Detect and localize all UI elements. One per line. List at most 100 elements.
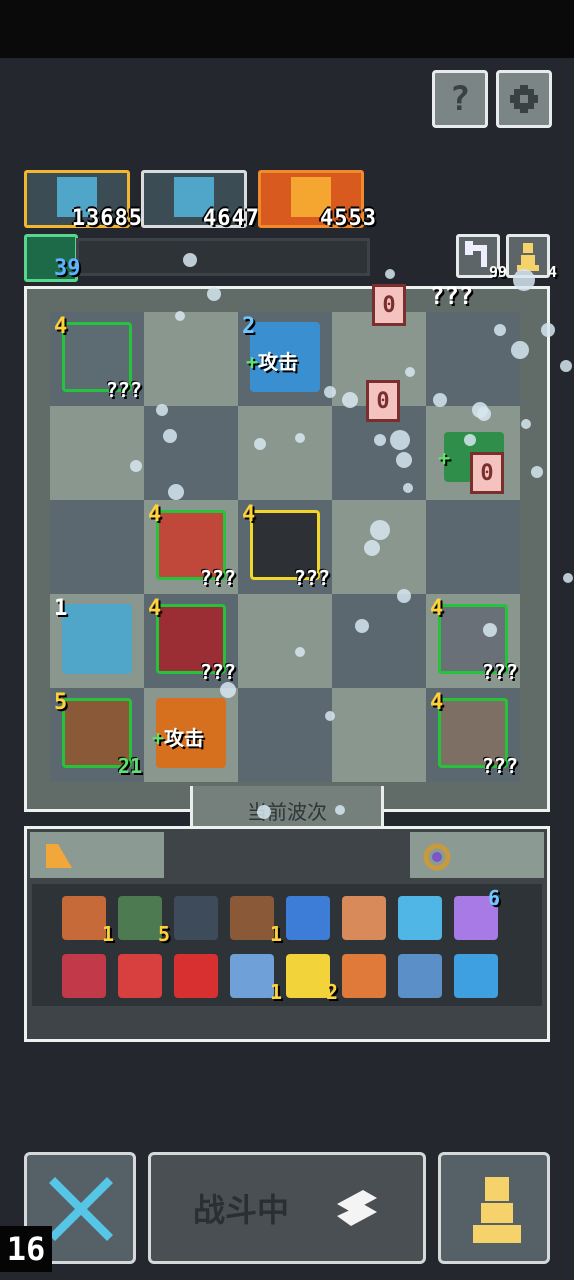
ribbon-icon[interactable]	[62, 954, 106, 998]
snowflake	[396, 452, 412, 468]
snowflake	[385, 269, 395, 279]
inventory-tab-cards[interactable]	[30, 832, 164, 878]
snowflake	[342, 392, 358, 408]
snowflake	[364, 540, 380, 556]
snowflake	[483, 623, 497, 637]
buff-text: 攻击	[258, 350, 299, 374]
portrait-1[interactable]: 13685	[24, 170, 142, 231]
board-cell[interactable]: 5 21	[50, 688, 144, 782]
enemy-unknown: ???	[430, 282, 474, 310]
enemy-counter: 0	[372, 284, 406, 326]
settings-button[interactable]	[496, 70, 552, 128]
status-bar	[0, 0, 574, 58]
pawn-action-button[interactable]	[438, 1152, 550, 1264]
board-cell[interactable]: 1	[50, 594, 144, 688]
red-potion-icon[interactable]	[174, 954, 218, 998]
shield-icon[interactable]	[174, 896, 218, 940]
snowflake	[541, 323, 555, 337]
snowflake	[355, 619, 369, 633]
unit-buff: +攻击	[246, 346, 298, 375]
spear-icon[interactable]: 1	[230, 896, 282, 946]
snowflake	[511, 341, 529, 359]
bow-icon[interactable]: 1	[230, 954, 282, 1004]
portrait-value: 4647	[203, 206, 260, 231]
snowflake	[477, 407, 491, 421]
blue-fish-icon[interactable]	[398, 896, 442, 940]
snowflake	[374, 434, 386, 446]
board-cell[interactable]: 2 +攻击	[238, 312, 332, 406]
board-cell[interactable]	[426, 312, 520, 406]
unit-info: ???	[105, 378, 142, 402]
board-cell[interactable]	[332, 688, 426, 782]
board-cell[interactable]: +攻击	[144, 688, 238, 782]
enemy-counter: 0	[470, 452, 504, 494]
snowflake	[397, 589, 411, 603]
board-cell[interactable]: 4 ???	[50, 312, 144, 406]
undo-count: 99	[488, 263, 507, 281]
buff-text: 攻击	[164, 726, 205, 750]
close-icon	[49, 1177, 113, 1241]
undo-button[interactable]: 99	[456, 234, 507, 281]
fight-label: 战斗中	[192, 1191, 289, 1229]
snowflake	[220, 682, 236, 698]
hooded-figure-icon[interactable]: 5	[118, 896, 170, 946]
snowflake	[390, 430, 410, 450]
unit-level: 5	[54, 690, 68, 715]
board-cell[interactable]: 4 ???	[426, 594, 520, 688]
board-cell[interactable]	[238, 406, 332, 500]
buff-plus: +	[246, 350, 259, 374]
board-cell[interactable]	[144, 312, 238, 406]
snowflake	[560, 360, 572, 372]
snowflake	[163, 429, 177, 443]
unit-info: ???	[481, 754, 518, 778]
snowflake	[130, 460, 142, 472]
board-cell[interactable]: 4 ???	[426, 688, 520, 782]
buff-plus: +	[438, 446, 451, 470]
unit-level: 2	[242, 314, 256, 339]
crosshair-icon[interactable]	[118, 954, 162, 998]
unit-level: 4	[148, 502, 162, 527]
board-cell[interactable]	[144, 406, 238, 500]
portrait-2[interactable]: 4647	[141, 170, 259, 231]
snowflake	[513, 269, 535, 291]
blue-ring-icon[interactable]	[286, 896, 330, 940]
drum-icon[interactable]: 1	[62, 896, 114, 946]
flask-icon[interactable]	[454, 954, 498, 998]
portrait-3[interactable]: 4553	[258, 170, 376, 231]
corner-number: 16	[0, 1226, 52, 1272]
item-count: 2	[325, 980, 338, 1004]
snowflake	[433, 393, 447, 407]
unit-info: 21	[117, 754, 142, 778]
exp-track	[76, 238, 370, 276]
board-cell[interactable]: 4 ???	[144, 500, 238, 594]
snowflake	[183, 253, 197, 267]
unit-info: ???	[481, 660, 518, 684]
board-cell[interactable]: 4 ???	[238, 500, 332, 594]
snowflake	[325, 711, 335, 721]
fight-button[interactable]: 战斗中	[148, 1152, 426, 1264]
anvil-icon[interactable]	[398, 954, 442, 998]
unit-level: 4	[430, 690, 444, 715]
star-burst-icon[interactable]: 6	[454, 886, 500, 940]
unit-level: 4	[148, 596, 162, 621]
tombstone-icon[interactable]	[342, 896, 386, 940]
board-cell[interactable]	[238, 688, 332, 782]
snowflake	[521, 419, 531, 429]
goblin-unit[interactable]	[62, 604, 132, 674]
board-cell[interactable]	[426, 500, 520, 594]
inventory-tab-relics[interactable]	[410, 832, 544, 878]
buff-plus: +	[152, 726, 165, 750]
board-cell[interactable]	[50, 406, 144, 500]
board-cell[interactable]	[238, 594, 332, 688]
rune-icon[interactable]: 2	[286, 954, 338, 1004]
help-button[interactable]: ?	[432, 70, 488, 128]
board-cell[interactable]: 4 ???	[144, 594, 238, 688]
board-cell[interactable]	[50, 500, 144, 594]
unit-info: ???	[293, 566, 330, 590]
pawn-count: 4	[547, 263, 557, 281]
board-cell[interactable]	[332, 594, 426, 688]
snowflake	[464, 434, 476, 446]
snowflake	[207, 287, 221, 301]
snowflake	[156, 404, 168, 416]
dagger-icon[interactable]	[342, 954, 386, 998]
